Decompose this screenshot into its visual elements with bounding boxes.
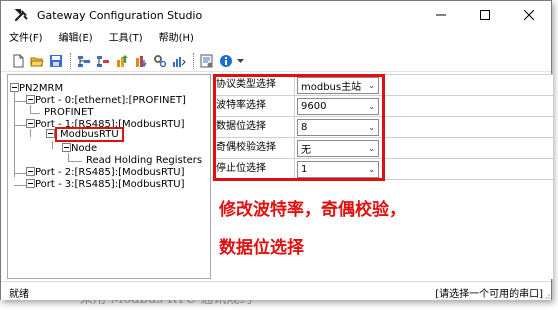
property-row: 数据位选择 8 ⌄ — [213, 117, 553, 138]
tree-node-label-selected: ModbusRTU — [55, 127, 124, 142]
download-icon[interactable] — [132, 52, 150, 70]
tree-node-label: Node — [71, 143, 98, 154]
select-value: modbus主站 — [301, 81, 362, 93]
config-icon[interactable] — [198, 52, 216, 70]
stop-bits-select[interactable]: 1 ⌄ — [297, 160, 379, 178]
tree-node-port3[interactable]: Port - 3:[RS485]:[ModbusRTU] — [26, 179, 185, 191]
select-value: 1 — [301, 163, 308, 175]
tree-node-node[interactable]: Node — [62, 143, 97, 155]
select-value: 8 — [301, 121, 308, 133]
tools-icon — [11, 4, 33, 26]
toolbar-separator — [70, 52, 71, 69]
maximize-button[interactable] — [463, 1, 507, 29]
tree-guide-line — [14, 125, 26, 126]
menu-bar: 文件(F) 编辑(E) 工具(T) 帮助(H) — [1, 30, 551, 48]
property-row: 奇偶校验选择 无 ⌄ — [213, 138, 553, 159]
property-row: 停止位选择 1 ⌄ — [213, 159, 553, 180]
app-window: Gateway Configuration Studio 文件(F) 编辑(E)… — [0, 0, 553, 300]
add-port-icon[interactable] — [75, 52, 93, 70]
property-row: 协议类型选择 modbus主站 ⌄ — [213, 75, 553, 96]
data-bits-select[interactable]: 8 ⌄ — [297, 118, 379, 136]
tree-guide-line — [14, 185, 26, 186]
baud-rate-select[interactable]: 9600 ⌄ — [297, 97, 379, 115]
tree-guide-line — [14, 91, 15, 177]
tree-guide-line — [68, 161, 82, 162]
tree-node-label: PROFINET — [44, 107, 94, 118]
annotation-line-2: 数据位选择 — [219, 238, 304, 258]
tree-node-modbusrtu[interactable]: ModbusRTU — [46, 127, 124, 142]
tree-node-label: Port - 0:[ethernet]:[PROFINET] — [35, 95, 186, 106]
new-icon[interactable] — [9, 52, 27, 70]
chevron-down-icon[interactable]: ⌄ — [368, 102, 375, 111]
settings-icon[interactable] — [151, 52, 169, 70]
collapse-icon[interactable] — [46, 129, 55, 138]
expand-icon[interactable] — [26, 179, 35, 188]
window-controls — [419, 1, 551, 29]
device-tree[interactable]: PN2MRM Port - 0:[ethernet]:[PROFINET] PR… — [7, 74, 211, 279]
annotation-line-1: 修改波特率，奇偶校验， — [219, 200, 406, 220]
status-text: 就绪 — [9, 289, 29, 300]
property-label: 停止位选择 — [213, 159, 295, 179]
menu-tools[interactable]: 工具(T) — [101, 30, 151, 48]
chevron-down-icon[interactable]: ⌄ — [368, 165, 375, 174]
property-label: 波特率选择 — [213, 96, 295, 116]
property-row: 波特率选择 9600 ⌄ — [213, 96, 553, 117]
dropdown-icon[interactable] — [236, 52, 244, 70]
chevron-down-icon[interactable]: ⌄ — [368, 144, 375, 153]
tree-node-label: Port - 3:[RS485]:[ModbusRTU] — [35, 179, 185, 190]
collapse-icon[interactable] — [10, 83, 19, 92]
title-bar[interactable]: Gateway Configuration Studio — [1, 1, 551, 29]
info-icon[interactable] — [217, 52, 235, 70]
protocol-select[interactable]: modbus主站 ⌄ — [297, 76, 379, 94]
property-value-cell: 9600 ⌄ — [295, 96, 553, 116]
property-label: 协议类型选择 — [213, 75, 295, 95]
menu-help[interactable]: 帮助(H) — [151, 30, 202, 48]
chevron-down-icon[interactable]: ⌄ — [368, 81, 375, 90]
tree-guide-line — [14, 173, 26, 174]
upload-icon[interactable] — [113, 52, 131, 70]
property-value-cell: 1 ⌄ — [295, 159, 553, 179]
property-value-cell: 8 ⌄ — [295, 117, 553, 137]
resize-grip-icon[interactable] — [543, 292, 551, 300]
toolbar-separator — [193, 52, 194, 69]
close-button[interactable] — [507, 1, 551, 29]
window-title: Gateway Configuration Studio — [37, 8, 203, 22]
menu-edit[interactable]: 编辑(E) — [51, 30, 101, 48]
select-value: 9600 — [301, 100, 327, 112]
property-value-cell: 无 ⌄ — [295, 138, 553, 158]
property-label: 奇偶校验选择 — [213, 138, 295, 158]
tree-node-read-holding-registers[interactable]: Read Holding Registers — [86, 155, 202, 167]
open-icon[interactable] — [28, 52, 46, 70]
serial-port-status: [请选择一个可用的串口] — [435, 289, 543, 300]
tree-node-port0[interactable]: Port - 0:[ethernet]:[PROFINET] — [26, 95, 186, 107]
tree-node-profinet[interactable]: PROFINET — [44, 107, 93, 119]
tree-node-label: PN2MRM — [19, 83, 64, 94]
property-label: 数据位选择 — [213, 117, 295, 137]
property-table: 协议类型选择 modbus主站 ⌄ 波特率选择 9600 ⌄ 数据位选择 8 ⌄… — [213, 74, 553, 180]
select-value: 无 — [301, 144, 311, 156]
minimize-button[interactable] — [419, 1, 463, 29]
chevron-down-icon[interactable]: ⌄ — [368, 123, 375, 132]
tree-node-root[interactable]: PN2MRM — [10, 83, 63, 95]
tree-guide-line — [30, 113, 40, 114]
collapse-icon[interactable] — [26, 119, 35, 128]
tree-node-label: Read Holding Registers — [86, 155, 203, 166]
delete-icon[interactable] — [94, 52, 112, 70]
parity-select[interactable]: 无 ⌄ — [297, 139, 379, 157]
save-icon[interactable] — [47, 52, 65, 70]
toolbar — [1, 50, 551, 72]
property-value-cell: modbus主站 ⌄ — [295, 75, 553, 95]
collapse-icon[interactable] — [62, 143, 71, 152]
chart-icon[interactable] — [170, 52, 188, 70]
tree-node-label: Port - 2:[RS485]:[ModbusRTU] — [35, 167, 185, 178]
menu-file[interactable]: 文件(F) — [1, 30, 51, 48]
tree-guide-line — [14, 101, 26, 102]
status-bar: 就绪 [请选择一个可用的串口] — [1, 281, 551, 300]
tree-node-port2[interactable]: Port - 2:[RS485]:[ModbusRTU] — [26, 167, 185, 179]
collapse-icon[interactable] — [26, 95, 35, 104]
tree-guide-line — [52, 141, 53, 149]
expand-icon[interactable] — [26, 167, 35, 176]
